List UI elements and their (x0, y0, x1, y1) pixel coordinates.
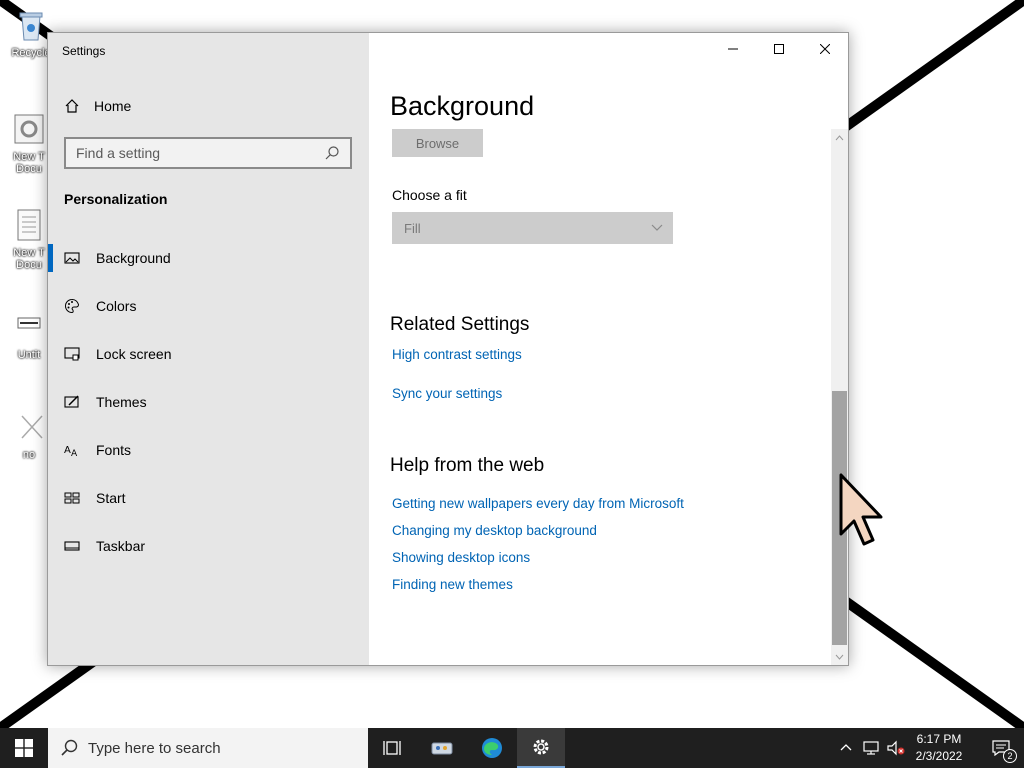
themes-icon (64, 395, 79, 408)
settings-shortcut-icon (14, 114, 44, 144)
gear-icon (533, 739, 549, 755)
nav-item-label: Lock screen (96, 346, 172, 362)
related-settings-heading: Related Settings (390, 314, 530, 335)
taskbar-search-box[interactable]: Type here to search (48, 728, 368, 768)
link-changing-desktop-background[interactable]: Changing my desktop background (392, 523, 597, 538)
text-document-icon (17, 209, 41, 241)
search-icon[interactable] (324, 145, 340, 161)
svg-text:A: A (64, 445, 71, 456)
nav-item-label: Fonts (96, 442, 132, 458)
start-button[interactable] (0, 728, 48, 768)
image-icon (64, 252, 80, 264)
clock-time: 6:17 PM (916, 732, 962, 746)
minimize-icon (728, 48, 738, 50)
nav-item-background[interactable]: Background (48, 238, 369, 278)
system-tray (838, 728, 906, 768)
nav-item-fonts[interactable]: A A Fonts (48, 430, 369, 470)
windows-logo-icon (15, 739, 33, 757)
nav-item-lock-screen[interactable]: Lock screen (48, 334, 369, 374)
settings-window: Settings Home Personalization Background (47, 32, 849, 666)
link-high-contrast-settings[interactable]: High contrast settings (392, 347, 522, 362)
maximize-icon (774, 44, 784, 54)
link-showing-desktop-icons[interactable]: Showing desktop icons (392, 550, 530, 565)
taskbar-search-placeholder: Type here to search (88, 739, 221, 757)
recycle-bin-icon (19, 12, 43, 41)
svg-text:A: A (71, 449, 78, 458)
action-center-button[interactable]: 2 (978, 728, 1024, 768)
help-from-web-heading: Help from the web (390, 455, 545, 476)
image-file-icon (17, 317, 41, 329)
nav-item-start[interactable]: Start (48, 478, 369, 518)
window-controls (710, 33, 848, 65)
scroll-up-button[interactable] (831, 129, 848, 146)
link-getting-new-wallpapers[interactable]: Getting new wallpapers every day from Mi… (392, 496, 684, 511)
home-icon (65, 99, 79, 113)
chevron-up-icon[interactable] (838, 740, 854, 756)
edge-browser-icon (482, 738, 502, 758)
chevron-up-icon (835, 134, 844, 140)
page-title: Background (390, 91, 535, 121)
volume-muted-icon[interactable] (886, 740, 906, 756)
nav-item-label: Background (96, 250, 171, 266)
close-icon (820, 44, 830, 54)
chevron-down-icon (835, 654, 844, 660)
fonts-icon: A A (64, 445, 78, 458)
scroll-down-button[interactable] (831, 648, 848, 665)
link-sync-your-settings[interactable]: Sync your settings (392, 386, 502, 401)
task-view-icon (383, 741, 401, 755)
find-setting-search-box[interactable] (64, 137, 352, 169)
taskbar-app-paint[interactable] (418, 728, 466, 768)
nav-item-label: Themes (96, 394, 147, 410)
start-icon (64, 492, 80, 504)
nav-item-label: Taskbar (96, 538, 146, 554)
task-view-button[interactable] (368, 728, 416, 768)
find-setting-input[interactable] (76, 145, 316, 161)
nav-item-taskbar[interactable]: Taskbar (48, 526, 369, 566)
taskbar-clock[interactable]: 6:17 PM 2/3/2022 (905, 731, 973, 765)
choose-fit-dropdown[interactable]: Fill (392, 212, 673, 244)
section-title-personalization: Personalization (64, 191, 168, 207)
lock-screen-icon (64, 347, 80, 361)
broken-image-icon (21, 415, 43, 439)
maximize-button[interactable] (756, 33, 802, 65)
network-icon[interactable] (862, 740, 880, 756)
paint-app-icon (431, 742, 453, 755)
chevron-down-icon (651, 224, 663, 231)
browse-button[interactable]: Browse (392, 129, 483, 157)
nav-item-label: Start (96, 490, 126, 506)
taskbar: Type here to search 6:17 PM 2/3/2022 2 (0, 728, 1024, 768)
nav-item-label: Colors (96, 298, 137, 314)
nav-item-themes[interactable]: Themes (48, 382, 369, 422)
notification-count-badge: 2 (1003, 749, 1017, 763)
choose-fit-label: Choose a fit (392, 187, 467, 203)
palette-icon (65, 298, 79, 314)
search-icon (61, 739, 78, 756)
taskbar-icon (64, 541, 80, 551)
choose-fit-value: Fill (404, 220, 421, 236)
mouse-pointer-icon (839, 473, 883, 546)
clock-date: 2/3/2022 (915, 749, 963, 763)
minimize-button[interactable] (710, 33, 756, 65)
nav-item-colors[interactable]: Colors (48, 286, 369, 326)
taskbar-app-settings[interactable] (517, 728, 565, 768)
settings-nav-pane: Settings Home Personalization Background (48, 33, 369, 665)
content-scrollbar[interactable] (831, 129, 848, 665)
link-finding-new-themes[interactable]: Finding new themes (392, 577, 513, 592)
settings-content-pane: Background Browse Choose a fit Fill Rela… (369, 33, 848, 665)
close-button[interactable] (802, 33, 848, 65)
window-title: Settings (62, 44, 106, 58)
nav-home-label: Home (94, 98, 132, 114)
taskbar-app-edge[interactable] (468, 728, 516, 768)
nav-home[interactable]: Home (64, 93, 131, 119)
